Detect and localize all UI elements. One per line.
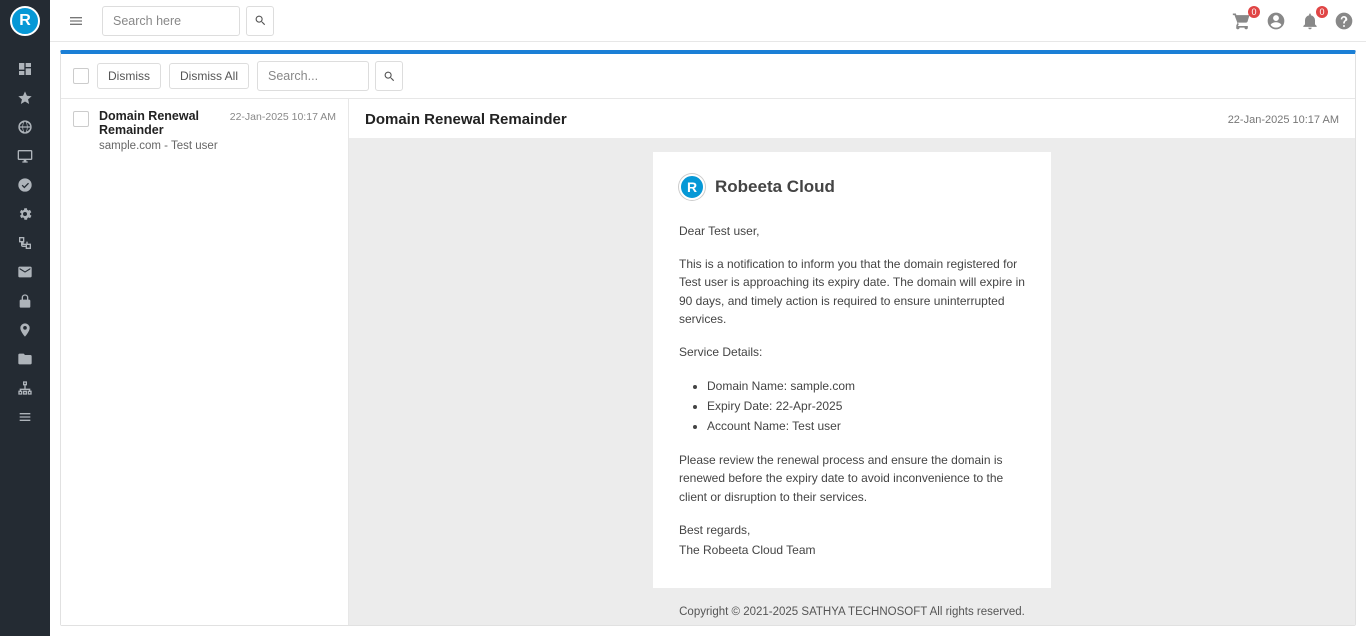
- panel-search: [257, 61, 403, 91]
- select-all-checkbox[interactable]: [73, 68, 89, 84]
- email-review: Please review the renewal process and en…: [679, 451, 1025, 507]
- detail-account: Account Name: Test user: [707, 416, 1025, 436]
- nav-list[interactable]: [0, 402, 50, 431]
- nav-desktop[interactable]: [0, 141, 50, 170]
- bell-badge: 0: [1316, 6, 1328, 18]
- global-search: [102, 6, 274, 36]
- topbar-right: 0 0: [1230, 9, 1356, 33]
- email-brand: Robeeta Cloud: [715, 177, 835, 197]
- list-item-body: Domain Renewal Remainder 22-Jan-2025 10:…: [99, 109, 336, 152]
- dismiss-all-button[interactable]: Dismiss All: [169, 63, 249, 89]
- email-card: R Robeeta Cloud Dear Test user, This is …: [653, 152, 1051, 588]
- list-item-title: Domain Renewal Remainder: [99, 109, 224, 137]
- nav-settings[interactable]: [0, 199, 50, 228]
- nav-favorites[interactable]: [0, 83, 50, 112]
- detail-body: R Robeeta Cloud Dear Test user, This is …: [349, 138, 1355, 625]
- detail-time: 22-Jan-2025 10:17 AM: [1228, 114, 1339, 126]
- email-regards-1: Best regards,: [679, 521, 1025, 540]
- nav-sitemap[interactable]: [0, 373, 50, 402]
- global-search-button[interactable]: [246, 6, 274, 36]
- nav-dashboard[interactable]: [0, 54, 50, 83]
- detail-expiry: Expiry Date: 22-Apr-2025: [707, 396, 1025, 416]
- panel-search-button[interactable]: [375, 61, 403, 91]
- panel-search-input[interactable]: [257, 61, 369, 91]
- topbar: 0 0: [50, 0, 1366, 42]
- detail-title: Domain Renewal Remainder: [365, 111, 567, 128]
- email-intro: This is a notification to inform you tha…: [679, 255, 1025, 329]
- nav-send[interactable]: [0, 170, 50, 199]
- email-details-list: Domain Name: sample.com Expiry Date: 22-…: [679, 376, 1025, 437]
- cart-badge: 0: [1248, 6, 1260, 18]
- notification-detail: Domain Renewal Remainder 22-Jan-2025 10:…: [349, 99, 1355, 625]
- email-footer: Copyright © 2021-2025 SATHYA TECHNOSOFT …: [653, 604, 1051, 625]
- detail-domain: Domain Name: sample.com: [707, 376, 1025, 396]
- cart-icon[interactable]: 0: [1230, 9, 1254, 33]
- user-icon[interactable]: [1264, 9, 1288, 33]
- nav-location[interactable]: [0, 315, 50, 344]
- global-search-input[interactable]: [102, 6, 240, 36]
- app-logo[interactable]: R: [10, 6, 40, 36]
- panel-toolbar: Dismiss Dismiss All: [61, 54, 1355, 99]
- panel-content: Domain Renewal Remainder 22-Jan-2025 10:…: [61, 99, 1355, 625]
- email-logo-icon: R: [679, 174, 705, 200]
- bell-icon[interactable]: 0: [1298, 9, 1322, 33]
- email-regards-2: The Robeeta Cloud Team: [679, 541, 1025, 560]
- main: Dismiss Dismiss All Domain Renewal Remai…: [50, 42, 1366, 636]
- list-item[interactable]: Domain Renewal Remainder 22-Jan-2025 10:…: [61, 99, 348, 162]
- nav-lock[interactable]: [0, 286, 50, 315]
- list-item-checkbox[interactable]: [73, 111, 89, 127]
- sidebar: R: [0, 0, 50, 636]
- email-service-heading: Service Details:: [679, 343, 1025, 362]
- nav-workflow[interactable]: [0, 228, 50, 257]
- nav-mail[interactable]: [0, 257, 50, 286]
- notification-list: Domain Renewal Remainder 22-Jan-2025 10:…: [61, 99, 349, 625]
- nav-globe[interactable]: [0, 112, 50, 141]
- detail-header: Domain Renewal Remainder 22-Jan-2025 10:…: [349, 99, 1355, 138]
- email-greeting: Dear Test user,: [679, 222, 1025, 241]
- dismiss-button[interactable]: Dismiss: [97, 63, 161, 89]
- list-item-time: 22-Jan-2025 10:17 AM: [230, 111, 336, 123]
- email-footer-copyright: Copyright © 2021-2025 SATHYA TECHNOSOFT …: [653, 604, 1051, 621]
- help-icon[interactable]: [1332, 9, 1356, 33]
- notifications-panel: Dismiss Dismiss All Domain Renewal Remai…: [60, 50, 1356, 626]
- list-item-sub: sample.com - Test user: [99, 140, 336, 152]
- nav-folder[interactable]: [0, 344, 50, 373]
- email-brand-row: R Robeeta Cloud: [679, 174, 1025, 200]
- menu-toggle-icon[interactable]: [64, 9, 88, 33]
